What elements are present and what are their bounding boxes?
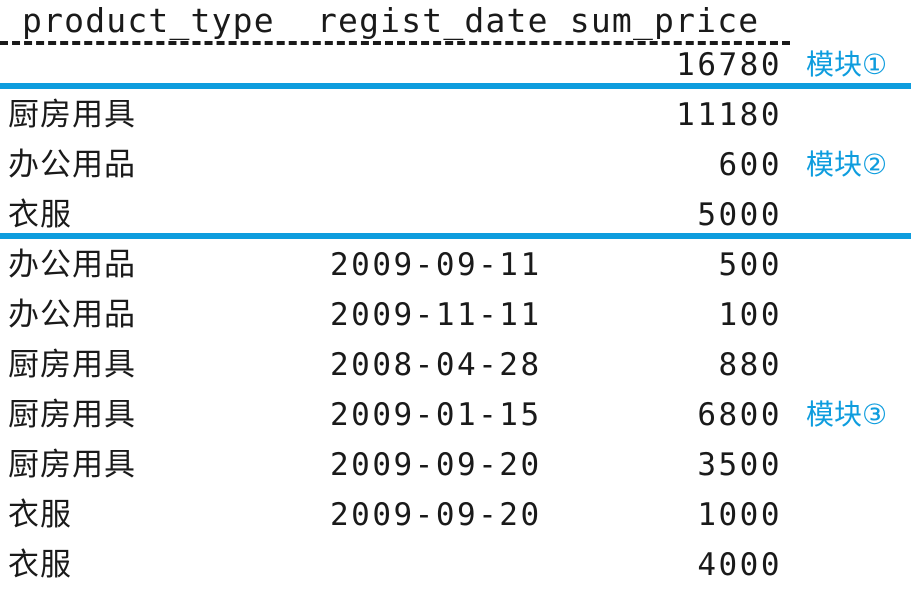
module-label-3: 模块③ — [806, 398, 888, 431]
cell-regist-date — [330, 190, 570, 240]
module-label-2: 模块② — [806, 148, 888, 181]
cell-sum-price: 5000 — [697, 197, 782, 233]
table-row: 衣服 2009-09-20 1000 — [0, 490, 911, 540]
table-header-labels: product_type regist_date sum_price — [22, 1, 760, 40]
cell-sum-price: 4000 — [697, 547, 782, 583]
cell-product-type: 衣服 — [8, 547, 72, 583]
table-row: 办公用品 600 — [0, 140, 911, 190]
cell-sum-price: 11180 — [676, 97, 782, 133]
cell-product-type: 办公用品 — [8, 147, 136, 183]
cell-regist-date: 2008-04-28 — [330, 347, 542, 383]
cell-regist-date — [330, 90, 570, 140]
cell-sum-price: 880 — [718, 347, 782, 383]
cell-sum-price: 6800 — [697, 397, 782, 433]
cell-product-type: 厨房用具 — [8, 447, 136, 483]
cell-regist-date — [330, 40, 570, 90]
cell-product-type: 衣服 — [8, 497, 72, 533]
cell-sum-price: 500 — [718, 247, 782, 283]
cell-product-type: 办公用品 — [8, 247, 136, 283]
cell-sum-price: 16780 — [676, 47, 782, 83]
cell-sum-price: 100 — [718, 297, 782, 333]
table-row: 办公用品 2009-09-11 500 — [0, 240, 911, 290]
table-row: 衣服 4000 — [0, 540, 911, 590]
table-row: 厨房用具 2008-04-28 880 — [0, 340, 911, 390]
cell-product-type: 厨房用具 — [8, 347, 136, 383]
table-row: 衣服 5000 — [0, 190, 911, 240]
cell-regist-date: 2009-09-11 — [330, 247, 542, 283]
cell-product-type: 厨房用具 — [8, 97, 136, 133]
table-row: 厨房用具 2009-01-15 6800 — [0, 390, 911, 440]
table-row: 办公用品 2009-11-11 100 — [0, 290, 911, 340]
cell-product-type: 办公用品 — [8, 297, 136, 333]
cell-regist-date: 2009-09-20 — [330, 447, 542, 483]
cell-regist-date — [330, 540, 570, 590]
cell-regist-date: 2009-01-15 — [330, 397, 542, 433]
cell-regist-date: 2009-09-20 — [330, 497, 542, 533]
table-row: 厨房用具 11180 — [0, 90, 911, 140]
cell-regist-date: 2009-11-11 — [330, 297, 542, 333]
cell-product-type — [8, 40, 328, 90]
table-row: 16780 — [0, 40, 911, 90]
cell-product-type: 厨房用具 — [8, 397, 136, 433]
sql-result-table: product_type regist_date sum_price 16780… — [0, 0, 911, 584]
cell-sum-price: 1000 — [697, 497, 782, 533]
cell-sum-price: 600 — [718, 147, 782, 183]
module-label-1: 模块① — [806, 48, 888, 81]
cell-sum-price: 3500 — [697, 447, 782, 483]
table-row: 厨房用具 2009-09-20 3500 — [0, 440, 911, 490]
cell-product-type: 衣服 — [8, 197, 72, 233]
cell-regist-date — [330, 140, 570, 190]
